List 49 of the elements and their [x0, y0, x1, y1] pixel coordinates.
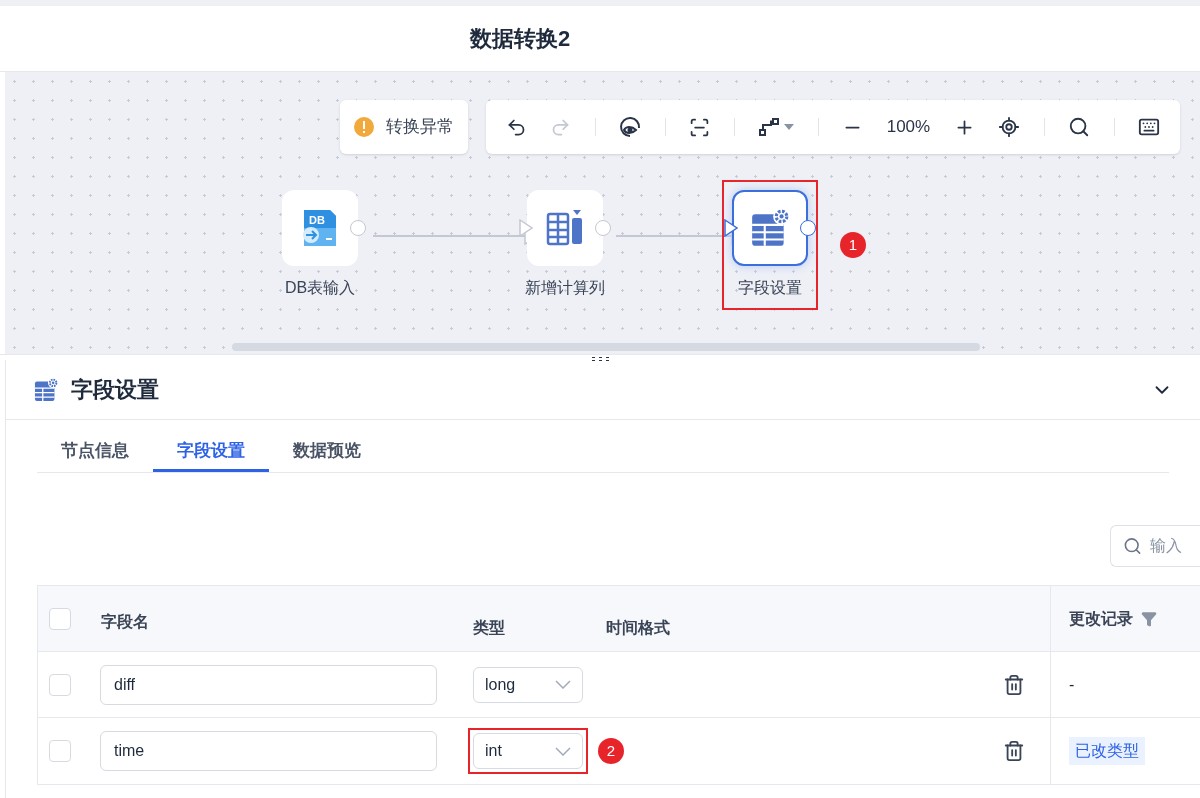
- search-icon: [1123, 536, 1142, 556]
- filter-icon[interactable]: [1141, 610, 1157, 627]
- number-badge: 1: [840, 232, 866, 258]
- tab[interactable]: 数据预览: [269, 432, 385, 472]
- table-gear-icon: [749, 207, 791, 249]
- warning-icon: [354, 117, 374, 137]
- change-text: -: [1069, 674, 1075, 695]
- tab[interactable]: 字段设置: [153, 432, 269, 472]
- output-port[interactable]: [800, 220, 816, 236]
- flow-node[interactable]: [732, 190, 808, 266]
- type-select[interactable]: long: [473, 666, 583, 703]
- tab[interactable]: 节点信息: [37, 432, 153, 472]
- search-input[interactable]: 输入: [1150, 534, 1200, 558]
- column-header: 更改记录: [1069, 608, 1133, 629]
- change-tag: 已改类型: [1069, 737, 1145, 765]
- keyboard-icon[interactable]: [1138, 116, 1160, 138]
- flow-node[interactable]: [527, 190, 603, 266]
- table-column-icon: [545, 208, 585, 248]
- panel-title: 字段设置: [71, 376, 159, 404]
- checkbox[interactable]: [49, 740, 71, 762]
- node-label: DB表输入: [284, 278, 356, 298]
- checkbox[interactable]: [49, 673, 71, 696]
- field-name-input[interactable]: time: [100, 731, 437, 771]
- caret-icon: [784, 124, 795, 130]
- zoom-level: 100%: [886, 116, 931, 139]
- field-name-input[interactable]: diff: [100, 664, 437, 705]
- search-icon[interactable]: [1068, 116, 1091, 138]
- page-title: 数据转换2: [470, 25, 571, 53]
- node-label: 字段设置: [738, 278, 802, 298]
- node-label: 新增计算列: [525, 278, 605, 298]
- status-chip[interactable]: 转换异常: [340, 100, 468, 154]
- horizontal-scrollbar[interactable]: [232, 343, 980, 351]
- locate-icon[interactable]: [998, 116, 1021, 138]
- delete-icon[interactable]: [1003, 740, 1025, 762]
- table-gear-icon: [33, 376, 59, 403]
- column-header: 字段名: [100, 612, 150, 632]
- fit-view-icon[interactable]: [689, 116, 711, 138]
- delete-icon[interactable]: [1003, 673, 1025, 696]
- column-header: 时间格式: [606, 618, 671, 638]
- column-header: 类型: [472, 618, 506, 638]
- number-badge: 2: [598, 738, 624, 764]
- checkbox[interactable]: [49, 607, 71, 630]
- layout-dropdown[interactable]: [758, 116, 795, 138]
- search-field[interactable]: 输入: [1110, 525, 1200, 567]
- status-text: 转换异常: [386, 116, 454, 139]
- eye-icon[interactable]: [619, 116, 642, 138]
- chevron-down-icon: [555, 680, 571, 689]
- type-select[interactable]: int: [473, 733, 583, 769]
- chevron-down-icon: [555, 746, 571, 756]
